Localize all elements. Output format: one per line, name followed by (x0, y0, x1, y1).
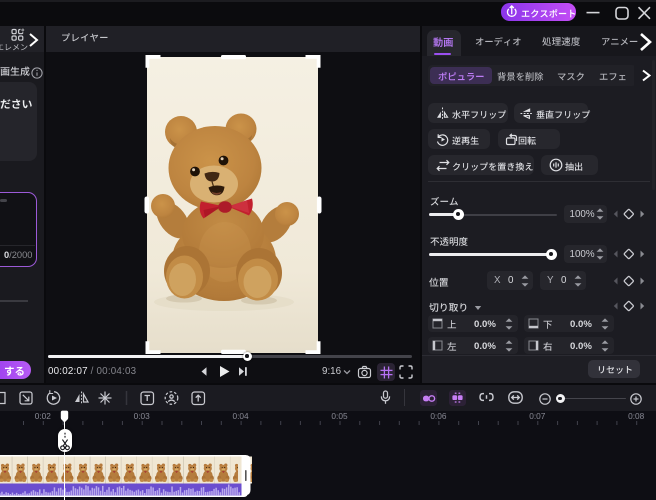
svg-text:0:02: 0:02 (35, 411, 52, 421)
svg-text:0:03: 0:03 (134, 411, 151, 421)
svg-text:0:04: 0:04 (233, 411, 250, 421)
svg-text:0:06: 0:06 (430, 411, 447, 421)
svg-text:0:08: 0:08 (628, 411, 645, 421)
svg-text:0:05: 0:05 (331, 411, 348, 421)
svg-text:0:07: 0:07 (529, 411, 546, 421)
